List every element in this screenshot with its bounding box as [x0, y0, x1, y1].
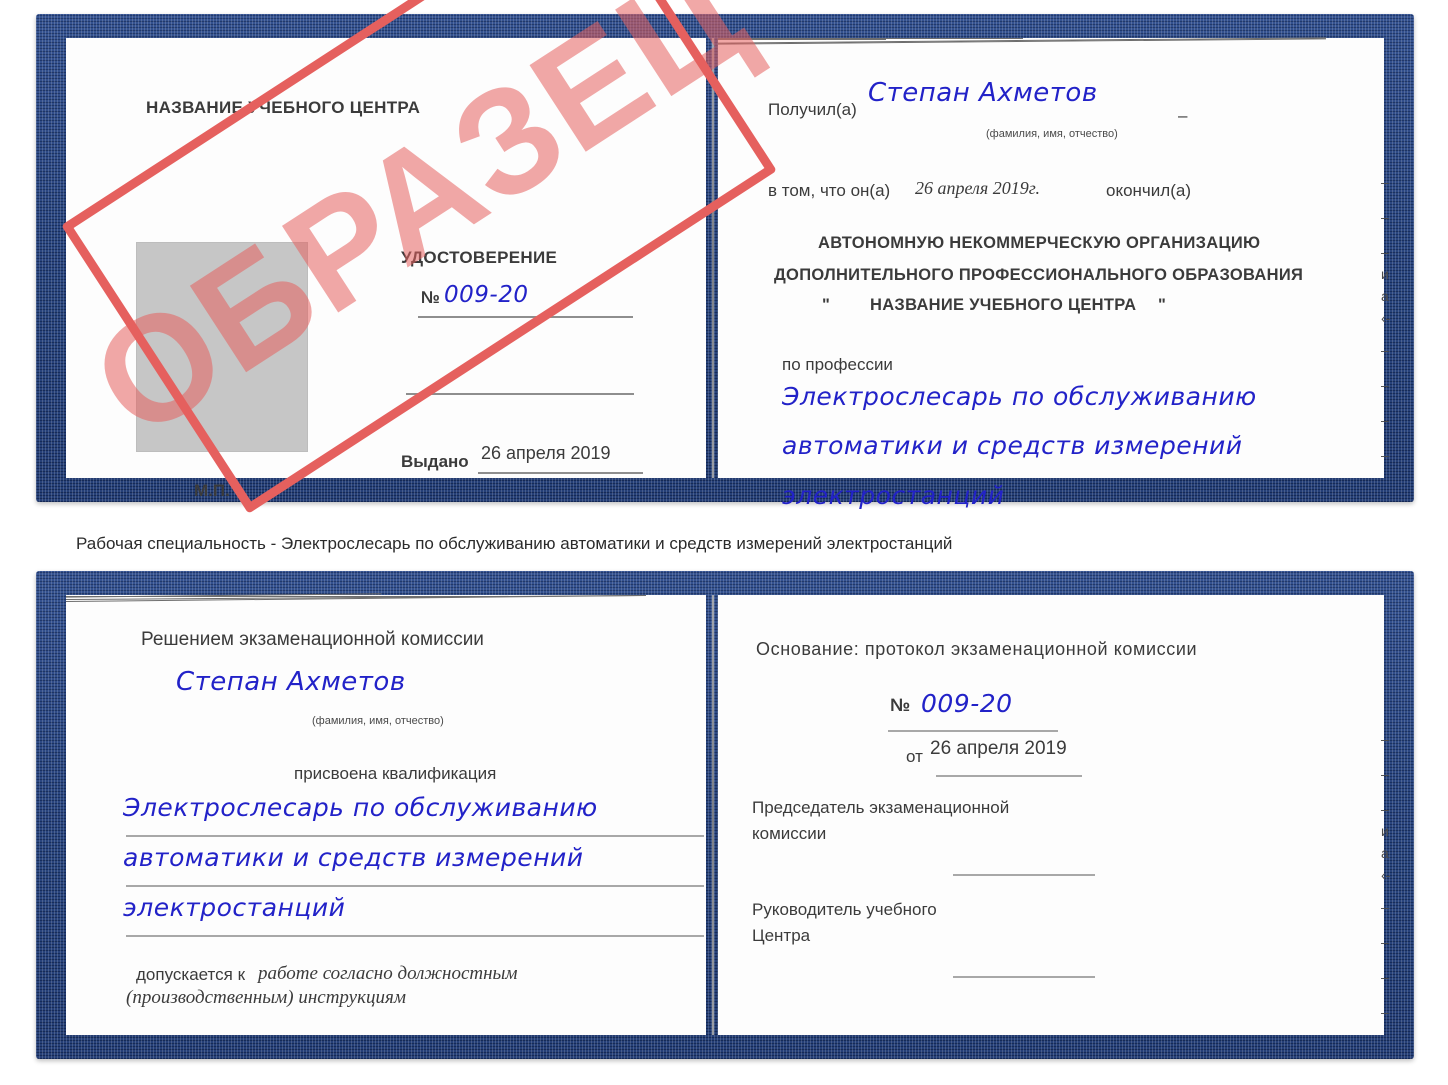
blank-rule-middle	[406, 393, 634, 395]
edge-mark: и	[1381, 823, 1389, 839]
edge-mark: –	[1381, 801, 1389, 817]
qualification-line-2: автоматики и средств измерений	[123, 843, 584, 872]
bottom-left-page: Решением экзаменационной комиссии Степан…	[66, 593, 706, 1035]
allowed-label: допускается к	[136, 965, 246, 984]
protocol-date-rule	[936, 775, 1082, 777]
certificate-bottom-inner: Решением экзаменационной комиссии Степан…	[36, 571, 1414, 1059]
finished-label: окончил(а)	[1106, 181, 1191, 200]
edge-mark: –	[1381, 969, 1389, 985]
edge-mark: –	[1381, 731, 1389, 747]
certificate-bottom: Решением экзаменационной комиссии Степан…	[36, 571, 1414, 1059]
in-that-label: в том, что он(а)	[768, 181, 891, 200]
chairman-signature-rule	[953, 874, 1095, 876]
issued-label: Выдано	[401, 452, 469, 471]
head-label-line-1: Руководитель учебного	[752, 900, 937, 919]
completion-date-value: 26 апреля 2019г.	[915, 178, 1041, 198]
edge-mark: –	[1381, 934, 1389, 950]
qualification-rule-1	[126, 835, 704, 837]
organization-line-1: АВТОНОМНУЮ НЕКОММЕРЧЕСКУЮ ОРГАНИЗАЦИЮ	[818, 234, 1261, 252]
edge-marks-top: – – – и а ‹- – – – –	[1381, 174, 1403, 463]
basis-label: Основание: протокол экзаменационной коми…	[756, 639, 1198, 659]
protocol-date-label: от	[906, 747, 923, 766]
edge-marks-bottom: – – – и а ‹- – – – –	[1381, 731, 1403, 1020]
dash-marker-top: –	[1178, 106, 1188, 125]
allowed-value-line-1: работе согласно должностным	[258, 963, 518, 984]
received-name-value: Степан Ахметов	[868, 78, 1098, 108]
qualification-rule-3	[126, 935, 704, 937]
profession-line-1: Электрослесарь по обслуживанию	[782, 382, 1257, 411]
edge-mark: –	[1381, 244, 1389, 260]
edge-mark: –	[1381, 174, 1389, 190]
qualification-rule-2	[126, 885, 704, 887]
head-signature-rule	[953, 976, 1095, 978]
certificate-number-value: 009-20	[444, 282, 529, 308]
certificate-top: НАЗВАНИЕ УЧЕБНОГО ЦЕНТРА УДОСТОВЕРЕНИЕ №…	[36, 14, 1414, 510]
profession-line-3: электростанций	[782, 481, 1005, 510]
profession-label: по профессии	[782, 355, 893, 374]
organization-line-2: ДОПОЛНИТЕЛЬНОГО ПРОФЕССИОНАЛЬНОГО ОБРАЗО…	[774, 266, 1304, 284]
bottom-right-page: Основание: протокол экзаменационной коми…	[718, 595, 1384, 1035]
organization-quote-open: "	[822, 296, 830, 314]
edge-mark: а	[1381, 288, 1389, 304]
organization-line-3: НАЗВАНИЕ УЧЕБНОГО ЦЕНТРА	[870, 296, 1137, 314]
edge-mark: ‹-	[1381, 310, 1391, 326]
document-type-label: УДОСТОВЕРЕНИЕ	[401, 248, 558, 267]
name-hint-top: (фамилия, имя, отчество)	[986, 128, 1118, 140]
edge-mark: –	[1381, 377, 1389, 393]
edge-mark: –	[1381, 447, 1389, 463]
completion-date-rule	[718, 39, 886, 40]
protocol-number-label: №	[890, 695, 911, 715]
awardee-name-value: Степан Ахметов	[176, 667, 406, 697]
protocol-number-value: 009-20	[921, 689, 1013, 718]
organization-quote-close: "	[1158, 296, 1166, 314]
training-center-title: НАЗВАНИЕ УЧЕБНОГО ЦЕНТРА	[146, 98, 421, 117]
edge-mark: –	[1381, 412, 1389, 428]
photo-placeholder	[136, 242, 308, 452]
protocol-date-value: 26 апреля 2019	[930, 738, 1067, 759]
certificate-number-rule	[418, 316, 633, 318]
edge-mark: а	[1381, 845, 1389, 861]
name-hint-bottom: (фамилия, имя, отчество)	[312, 715, 444, 727]
qualification-label: присвоена квалификация	[294, 764, 497, 783]
edge-mark: ‹-	[1381, 867, 1391, 883]
issued-date-value: 26 апреля 2019	[481, 443, 611, 463]
book-spine-top	[712, 38, 714, 478]
top-left-page: НАЗВАНИЕ УЧЕБНОГО ЦЕНТРА УДОСТОВЕРЕНИЕ №…	[66, 38, 706, 500]
head-label-line-2: Центра	[752, 926, 811, 945]
top-right-page: Получил(а) Степан Ахметов (фамилия, имя,…	[718, 37, 1384, 510]
edge-mark: –	[1381, 1004, 1389, 1020]
book-spine-bottom	[712, 595, 714, 1035]
chairman-label-line-1: Председатель экзаменационной	[752, 798, 1010, 817]
allowed-value-line-2: (производственным) инструкциям	[126, 987, 406, 1008]
protocol-number-rule	[888, 730, 1058, 732]
edge-mark: –	[1381, 209, 1389, 225]
certificate-top-inner: НАЗВАНИЕ УЧЕБНОГО ЦЕНТРА УДОСТОВЕРЕНИЕ №…	[36, 14, 1414, 510]
qualification-line-1: Электрослесарь по обслуживанию	[123, 793, 598, 822]
received-label: Получил(а)	[768, 100, 857, 119]
profession-line-2: автоматики и средств измерений	[782, 431, 1243, 460]
commission-decision-heading: Решением экзаменационной комиссии	[141, 629, 484, 650]
edge-mark: –	[1381, 899, 1389, 915]
edge-mark: –	[1381, 342, 1389, 358]
edge-mark: –	[1381, 766, 1389, 782]
issued-date-rule	[478, 472, 643, 474]
seal-place-label: М.П.	[194, 481, 230, 500]
image-caption: Рабочая специальность - Электрослесарь п…	[76, 534, 953, 553]
certificate-number-label: №	[421, 288, 440, 307]
edge-mark: и	[1381, 266, 1389, 282]
qualification-line-3: электростанций	[123, 893, 346, 922]
chairman-label-line-2: комиссии	[752, 824, 827, 843]
